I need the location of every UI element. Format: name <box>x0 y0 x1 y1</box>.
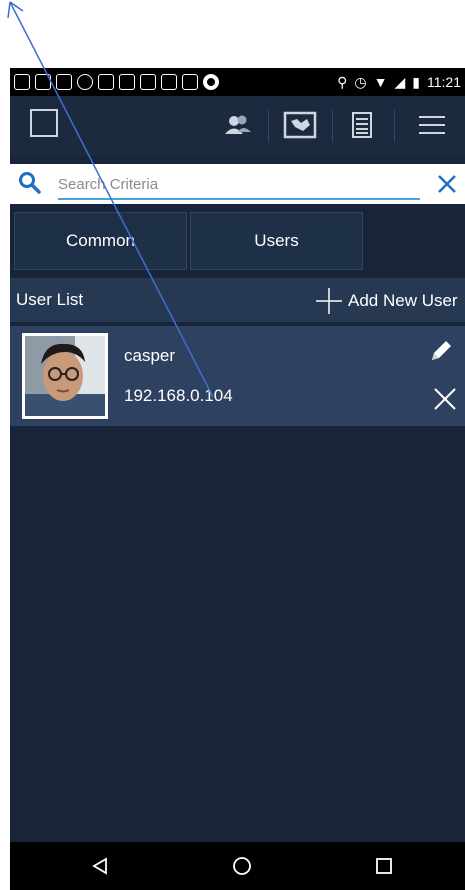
user-name: casper <box>124 346 176 365</box>
back-icon[interactable] <box>70 842 130 890</box>
facebook-icon <box>35 74 51 90</box>
toolbar-separator <box>332 110 333 142</box>
search-icon <box>18 171 42 200</box>
user-avatar <box>22 333 108 419</box>
add-new-user-label: Add New User <box>348 291 458 310</box>
signal-icon: ◢ <box>394 73 406 90</box>
phone-screen: ⚲ ◷ ▼ ◢ ▮ 11:21 Search Criteria Common U… <box>10 68 465 890</box>
clear-search-icon[interactable] <box>436 173 458 200</box>
app-notification-icon <box>140 74 156 90</box>
android-nav-bar <box>10 842 465 890</box>
user-list-header: User List Add New User <box>10 278 465 322</box>
tab-bar: Common Users <box>10 212 465 270</box>
square-icon[interactable] <box>30 109 58 137</box>
app-notification-icon <box>98 74 114 90</box>
tab-common[interactable]: Common <box>14 212 187 270</box>
user-ip: 192.168.0.104 <box>124 386 233 405</box>
delete-icon[interactable] <box>432 386 458 417</box>
home-icon[interactable] <box>212 842 272 890</box>
user-list-title: User List <box>16 290 84 309</box>
search-input[interactable] <box>56 170 420 198</box>
battery-icon: ▮ <box>412 73 420 90</box>
app-toolbar <box>10 96 465 156</box>
status-bar: ⚲ ◷ ▼ ◢ ▮ 11:21 <box>10 68 465 96</box>
plus-icon <box>316 288 342 314</box>
toolbar-separator <box>394 110 395 142</box>
list-icon[interactable] <box>344 108 380 142</box>
record-icon <box>203 74 219 90</box>
message-icon <box>14 74 30 90</box>
location-icon: ⚲ <box>337 73 348 90</box>
add-new-user-button[interactable]: Add New User <box>314 286 458 316</box>
app-notification-icon <box>119 74 135 90</box>
menu-icon[interactable] <box>412 108 452 142</box>
notification-icons <box>10 74 219 90</box>
app-notification-icon <box>161 74 177 90</box>
tab-users[interactable]: Users <box>190 212 363 270</box>
app-notification-icon <box>182 74 198 90</box>
status-time: 11:21 <box>427 74 461 90</box>
alarm-icon: ◷ <box>354 73 367 90</box>
user-list-item[interactable]: casper 192.168.0.104 <box>10 326 465 426</box>
search-underline <box>58 198 420 200</box>
wifi-icon: ▼ <box>373 74 388 90</box>
system-icons: ⚲ ◷ ▼ ◢ ▮ 11:21 <box>337 74 465 91</box>
users-icon[interactable] <box>220 108 256 142</box>
recents-icon[interactable] <box>354 842 414 890</box>
map-icon[interactable] <box>280 108 320 142</box>
toolbar-separator <box>268 110 269 142</box>
facebook-icon <box>56 74 72 90</box>
edit-pencil-icon[interactable] <box>428 338 454 369</box>
whatsapp-icon <box>77 74 93 90</box>
search-bar <box>10 164 465 204</box>
